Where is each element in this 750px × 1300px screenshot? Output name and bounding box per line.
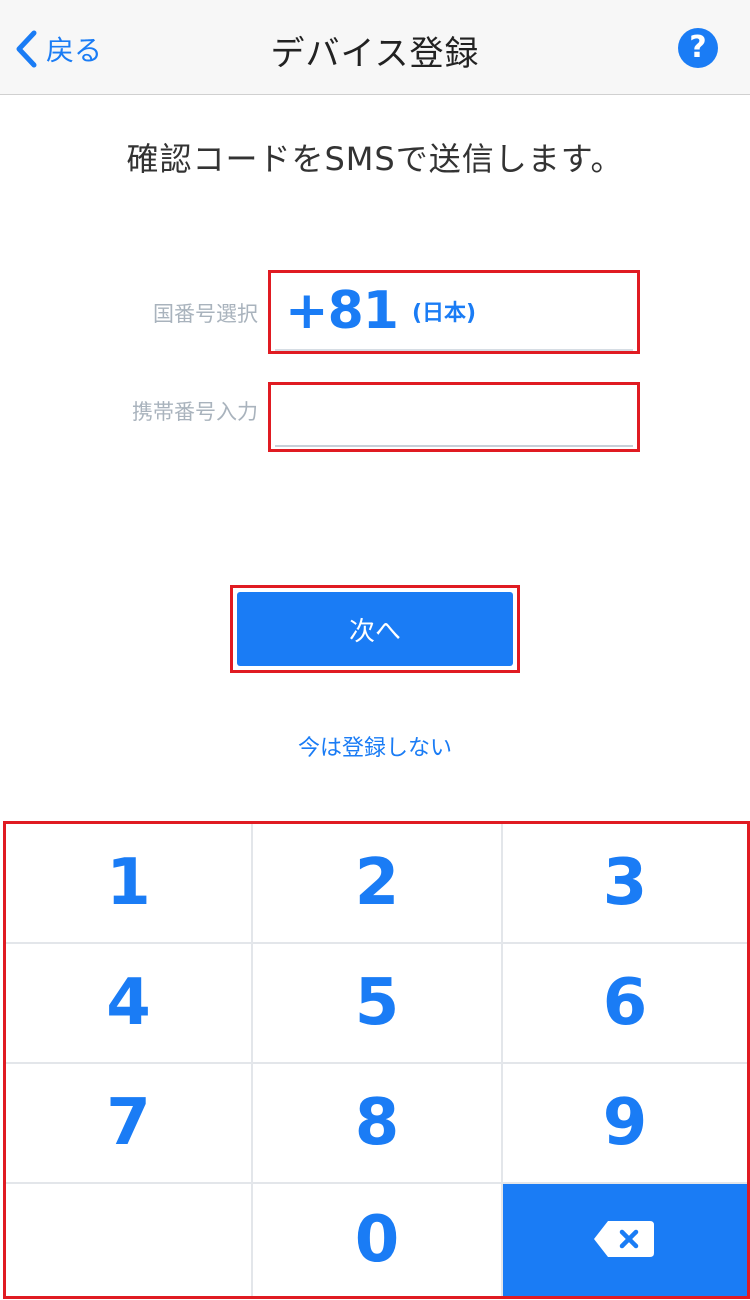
- backspace-icon: [594, 1221, 654, 1257]
- skip-registration-link[interactable]: 今は登録しない: [0, 730, 750, 762]
- country-code-label: 国番号選択: [153, 302, 258, 326]
- numeric-keypad: 1 2 3 4 5 6 7 8 9 0: [3, 821, 750, 1299]
- key-4[interactable]: 4: [6, 944, 253, 1064]
- country-code-selector[interactable]: +81 (日本): [268, 270, 640, 354]
- next-button-highlight: 次へ: [230, 585, 520, 673]
- help-icon[interactable]: ?: [678, 28, 718, 68]
- phone-number-label: 携帯番号入力: [132, 400, 258, 424]
- key-9[interactable]: 9: [503, 1064, 747, 1184]
- key-3[interactable]: 3: [503, 824, 747, 944]
- key-8[interactable]: 8: [253, 1064, 503, 1184]
- key-1[interactable]: 1: [6, 824, 253, 944]
- next-button[interactable]: 次へ: [237, 592, 513, 666]
- delete-key[interactable]: [503, 1184, 747, 1296]
- phone-number-input[interactable]: [275, 391, 633, 447]
- navigation-bar: 戻る デバイス登録 ?: [0, 0, 750, 95]
- key-7[interactable]: 7: [6, 1064, 253, 1184]
- key-0[interactable]: 0: [253, 1184, 503, 1296]
- country-name: (日本): [411, 301, 477, 326]
- instruction-text: 確認コードをSMSで送信します。: [126, 140, 624, 178]
- key-6[interactable]: 6: [503, 944, 747, 1064]
- key-5[interactable]: 5: [253, 944, 503, 1064]
- country-code-value: +81: [285, 281, 399, 341]
- key-empty: [6, 1184, 253, 1296]
- key-2[interactable]: 2: [253, 824, 503, 944]
- page-title: デバイス登録: [270, 34, 480, 74]
- phone-number-field-container: [268, 382, 640, 452]
